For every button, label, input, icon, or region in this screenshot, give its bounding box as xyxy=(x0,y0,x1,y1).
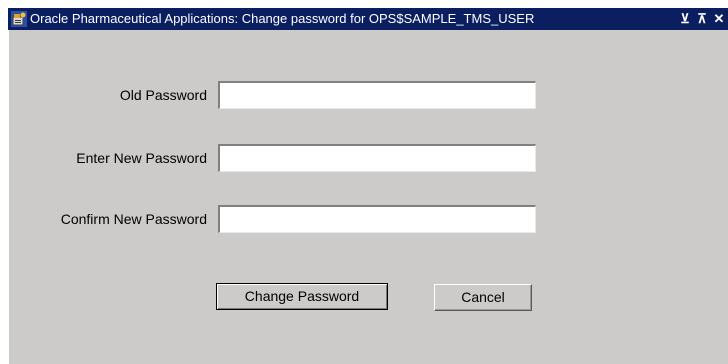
confirm-password-field[interactable] xyxy=(218,205,536,233)
minimize-icon[interactable]: ⊻ xyxy=(678,8,692,30)
window-controls: ⊻ ⊼ ✕ xyxy=(678,8,728,30)
cancel-button[interactable]: Cancel xyxy=(434,284,532,311)
title-bar[interactable]: Oracle Pharmaceutical Applications: Chan… xyxy=(8,8,728,30)
dialog-body: Old Password Enter New Password Confirm … xyxy=(8,30,728,364)
new-password-label: Enter New Password xyxy=(76,150,207,166)
old-password-label: Old Password xyxy=(119,87,207,103)
change-password-window: Oracle Pharmaceutical Applications: Chan… xyxy=(0,0,728,364)
change-password-button[interactable]: Change Password xyxy=(216,283,388,310)
app-icon xyxy=(11,11,27,27)
window-title: Oracle Pharmaceutical Applications: Chan… xyxy=(30,11,535,26)
maximize-icon[interactable]: ⊼ xyxy=(695,8,709,30)
confirm-password-label: Confirm New Password xyxy=(60,211,207,227)
new-password-field[interactable] xyxy=(218,144,536,172)
close-icon[interactable]: ✕ xyxy=(712,8,726,30)
old-password-field[interactable] xyxy=(218,81,536,109)
